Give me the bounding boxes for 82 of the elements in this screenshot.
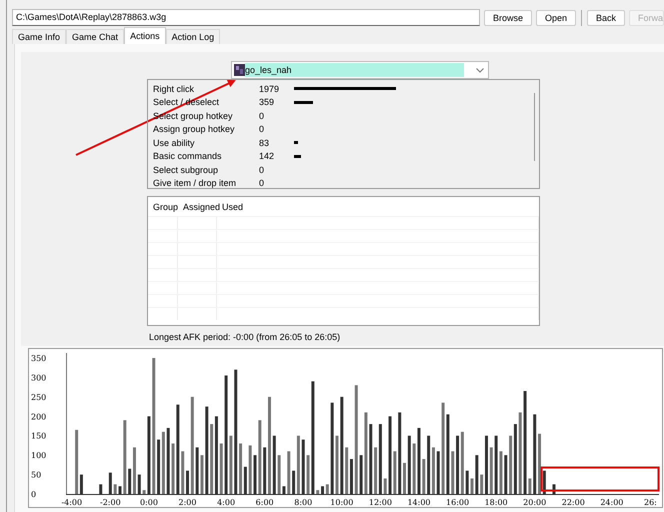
action-count: 0: [259, 124, 266, 134]
y-tick-label: 200: [31, 412, 46, 422]
action-name: Use ability: [153, 138, 196, 148]
caret-icon: [476, 68, 484, 72]
x-tick-label: 2:00: [178, 498, 196, 507]
x-tick-label: 4:00: [217, 498, 236, 507]
x-tick-label: 16:00: [446, 498, 470, 507]
bar: [108, 472, 112, 494]
y-tick-label: 0: [31, 490, 36, 499]
action-count: 0: [259, 178, 266, 188]
column-header[interactable]: Group: [148, 202, 178, 212]
action-name: Right click: [153, 84, 196, 94]
bar: [451, 451, 454, 494]
tab[interactable]: Game Info: [12, 29, 66, 44]
x-tick-label: -2:00: [100, 498, 121, 507]
action-name: Give item / drop item: [153, 178, 238, 188]
file-path-field[interactable]: C:\Games\DotA\Replay\2878863.w3g: [12, 9, 480, 26]
bar: [466, 470, 469, 494]
player-dropdown[interactable]: go_les_nah: [231, 61, 489, 79]
afk-text: Longest AFK period: -0:00 (from 26:05 to 26:05): [149, 332, 340, 342]
bar: [336, 436, 338, 494]
bar: [118, 486, 122, 494]
bar: [220, 443, 223, 494]
bar: [504, 455, 508, 494]
scrollbar[interactable]: [534, 93, 535, 161]
toolbar-button[interactable]: Back: [586, 10, 625, 26]
bar: [287, 451, 290, 494]
toolbar-button[interactable]: Open: [536, 10, 576, 26]
action-name: Select subgroup: [153, 164, 220, 175]
x-tick-label: 18:00: [484, 498, 508, 507]
x-tick-label: 0:00: [140, 498, 158, 507]
y-tick-label: 350: [31, 354, 46, 363]
bar: [369, 424, 372, 494]
x-tick-label: -4:00: [61, 498, 82, 507]
action-count: 83: [259, 138, 270, 148]
action-name: Basic commands: [153, 151, 223, 162]
bar: [316, 490, 320, 494]
bar: [248, 445, 252, 494]
action-bar: [294, 154, 302, 158]
bar: [490, 447, 493, 494]
bar: [138, 474, 141, 494]
action-count: 0: [259, 164, 266, 175]
x-tick-label: 6:00: [256, 498, 274, 507]
bar: [422, 459, 426, 494]
column-header[interactable]: Assigned: [178, 202, 217, 212]
action-bar: [294, 141, 298, 144]
bar: [552, 484, 556, 494]
x-tick-label: 22:00: [562, 498, 585, 507]
action-bar: [294, 100, 312, 104]
action-count: 1979: [259, 84, 280, 94]
bar: [181, 451, 184, 494]
bar: [272, 436, 276, 494]
action-count: 359: [259, 97, 276, 108]
bar: [403, 462, 406, 494]
bar: [302, 440, 305, 494]
avatar-icon: [234, 64, 245, 76]
bar: [436, 451, 440, 494]
bar: [408, 436, 411, 494]
x-tick-label: 20:00: [523, 498, 546, 507]
action-name: Assign group hotkey: [153, 124, 236, 134]
x-tick-label: 12:00: [368, 498, 392, 507]
tab[interactable]: Actions: [124, 27, 166, 44]
bar: [263, 447, 266, 494]
y-tick-label: 100: [31, 451, 46, 460]
bar: [114, 484, 117, 494]
bar: [99, 484, 102, 494]
y-tick-label: 300: [31, 373, 46, 382]
bar: [384, 478, 387, 494]
y-tick-label: 150: [31, 432, 46, 441]
y-tick-label: 250: [31, 392, 46, 402]
x-tick-label: 26:: [644, 498, 657, 507]
action-count: 0: [259, 110, 266, 121]
x-tick-label: 14:00: [407, 498, 430, 507]
action-count: 142: [259, 151, 276, 162]
bar: [166, 428, 170, 494]
x-tick-label: 10:00: [330, 498, 354, 507]
tab[interactable]: Game Chat: [66, 29, 124, 44]
x-tick-label: 8:00: [294, 498, 312, 507]
x-tick-label: 24:00: [600, 498, 624, 507]
toolbar-button[interactable]: Browse: [484, 10, 532, 26]
tab[interactable]: Action Log: [166, 29, 220, 44]
y-tick-label: 50: [31, 470, 42, 480]
